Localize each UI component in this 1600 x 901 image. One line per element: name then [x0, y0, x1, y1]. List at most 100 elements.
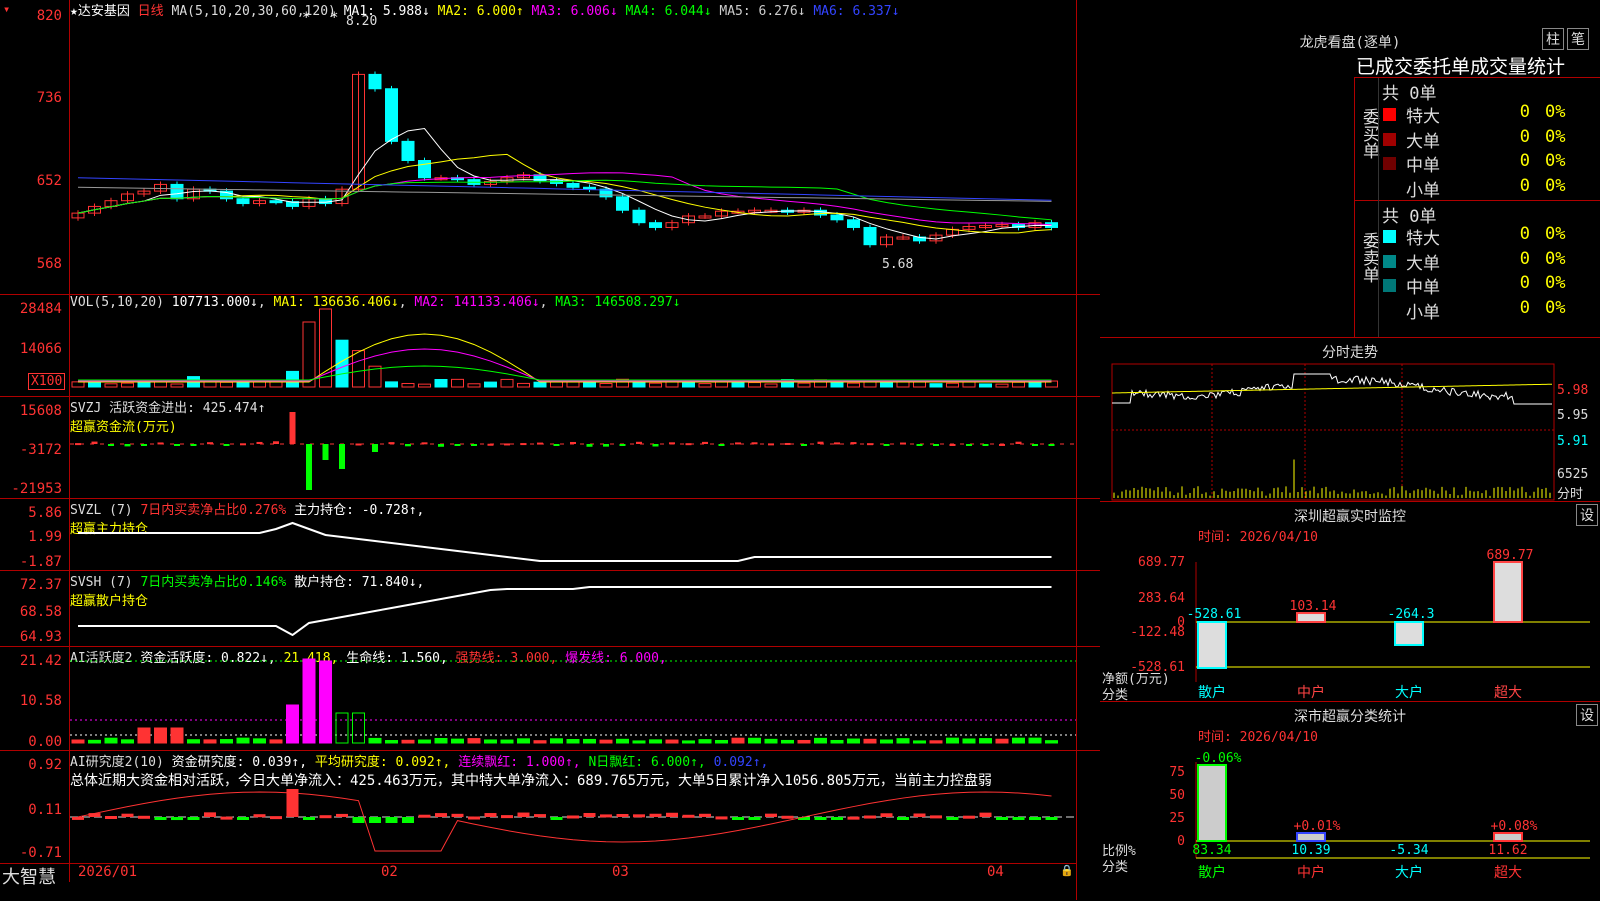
flow-bar: [619, 444, 626, 446]
dragon-box-top: [1354, 77, 1600, 78]
flow-bar: [553, 444, 560, 446]
ai-research-svg[interactable]: [0, 751, 1076, 863]
flow-bar: [141, 444, 147, 446]
lock-icon[interactable]: 🔒: [1060, 864, 1074, 877]
ai-bar: [368, 737, 382, 744]
ai-bar: [154, 727, 167, 744]
volume-bar: [451, 378, 464, 388]
volume-svg[interactable]: [0, 295, 1076, 397]
category-label: 大户: [1395, 684, 1423, 701]
volume-bar: [748, 382, 761, 388]
ai-bar: [781, 739, 794, 744]
tick-mode-button[interactable]: 笔: [1567, 28, 1589, 50]
ai-bar: [797, 739, 811, 744]
volume-bar: [847, 382, 860, 388]
ai-active-svg[interactable]: [0, 647, 1076, 751]
dragon-box-left: [1354, 77, 1355, 337]
sz-monitor-panel[interactable]: 深圳超赢实时监控 设 时间: 2026/04/10 净额(万元) 分类 689.…: [1100, 501, 1600, 703]
flow-bar: [471, 444, 477, 446]
intraday-panel[interactable]: 分时走势 5.98 5.95 5.91 6525 分时: [1100, 337, 1600, 502]
buy-swatch: [1383, 108, 1396, 121]
research-bar: [352, 817, 365, 823]
flow-bar: [157, 442, 164, 445]
svsh-pane[interactable]: SVSH (7) 7日内买卖净占比0.146% 散户持仓: 71.840↓, 超…: [0, 571, 1100, 647]
candle-body: [566, 182, 580, 188]
buy-row-name: 大单: [1406, 131, 1440, 152]
volume-bar: [995, 383, 1009, 388]
main-kline-pane[interactable]: ▾ ★达安基因 日线 MA(5,10,20,30,60,120) MA1: 5.…: [0, 0, 1100, 295]
bar-value-label: 689.77: [1487, 548, 1534, 563]
flow-bar: [537, 442, 543, 445]
y-tick: 0: [1177, 834, 1185, 849]
flow-bar: [702, 441, 708, 444]
brand-logo[interactable]: 大智慧: [2, 863, 56, 889]
bar-mode-button[interactable]: 柱: [1542, 28, 1564, 50]
volume-bar: [632, 381, 646, 388]
volume-bar: [682, 382, 695, 388]
research-bar: [583, 812, 596, 817]
research-bar: [319, 815, 332, 819]
y-tick: -528.61: [1130, 660, 1185, 675]
ai-bar: [88, 739, 101, 744]
svzl-svg[interactable]: [0, 499, 1076, 571]
research-bar: [847, 816, 860, 820]
intraday-frame: [1111, 363, 1555, 501]
sell-row-pct: 0%: [1545, 273, 1566, 293]
svzj-pane[interactable]: SVZJ 活跃资金进出: 425.474↑ 超赢资金流(万元) 15608 -3…: [0, 397, 1100, 499]
svzj-svg[interactable]: [0, 397, 1076, 499]
research-bar: [1029, 817, 1041, 820]
ai-bar: [863, 738, 877, 744]
ai-bar: [253, 738, 266, 744]
volume-bar: [220, 381, 233, 388]
ai-bar: [1012, 737, 1025, 744]
sz-monitor-chart[interactable]: 689.77283.640-122.48-528.61-528.61散户103.…: [1100, 502, 1600, 702]
kline-svg[interactable]: * *: [0, 0, 1076, 295]
ai-bar: [764, 738, 778, 744]
intraday-svg[interactable]: [1100, 338, 1600, 502]
research-line: [77, 791, 1052, 852]
research-bar: [253, 814, 266, 818]
ai-active-pane[interactable]: AI活跃度2 资金活跃度: 0.822↓, 21.418, 生命线: 1.560…: [0, 647, 1100, 751]
ma-line: [77, 179, 1052, 221]
flow-bar: [91, 441, 98, 444]
flow-bar: [1032, 444, 1038, 446]
net-bar: [1493, 561, 1523, 623]
ai-research-pane[interactable]: AI研究度2(10) 资金研究度: 0.039↑, 平均研究度: 0.092↑,…: [0, 751, 1100, 863]
research-bar: [699, 813, 711, 817]
sz-class-panel[interactable]: 深市超赢分类统计 设 时间: 2026/04/10 比例% 分类 75 50 25 0…: [1100, 701, 1600, 901]
buy-total: 共 0单: [1382, 84, 1437, 104]
buy-row-count: 0: [1519, 102, 1530, 122]
research-bar: [930, 815, 942, 819]
net-bar: [1197, 621, 1227, 669]
flow-bar: [718, 444, 725, 446]
ai-bar: [913, 740, 926, 744]
research-bar: [534, 814, 546, 818]
category-label: 散户: [1198, 684, 1226, 701]
volume-pane[interactable]: VOL(5,10,20) 107713.000↓, MA1: 136636.40…: [0, 295, 1100, 397]
side-divider: [1378, 78, 1379, 337]
research-bar: [880, 813, 893, 817]
y-tick: 689.77: [1138, 555, 1185, 570]
volume-bar: [104, 383, 118, 388]
x-tick: 03: [612, 864, 629, 880]
candle-body: [401, 140, 415, 162]
ratio-bar: [1493, 832, 1523, 842]
volume-bar: [385, 381, 398, 388]
volume-bar: [731, 382, 745, 388]
research-bar: [550, 817, 563, 820]
research-bar: [1012, 817, 1025, 820]
category-label: 中户: [1297, 864, 1325, 881]
candle-body: [649, 222, 662, 228]
volume-bar: [137, 381, 151, 388]
sell-swatch: [1383, 230, 1396, 243]
candle-body: [418, 160, 431, 179]
bar-value-label: -5.34: [1389, 843, 1428, 858]
flow-bar: [801, 444, 807, 446]
ai-bar: [682, 740, 695, 744]
buy-swatch: [1383, 157, 1396, 170]
flow-bar: [372, 444, 378, 452]
sz-class-chart[interactable]: 75 50 25 0 -0.06% 83.34 散户 +0.01% 10.39 中户 -5.34 大户…: [1100, 702, 1600, 901]
svzl-pane[interactable]: SVZL (7) 7日内买卖净占比0.276% 主力持仓: -0.728↑, 超…: [0, 499, 1100, 571]
buy-row-pct: 0%: [1545, 175, 1566, 196]
svsh-svg[interactable]: [0, 571, 1076, 647]
